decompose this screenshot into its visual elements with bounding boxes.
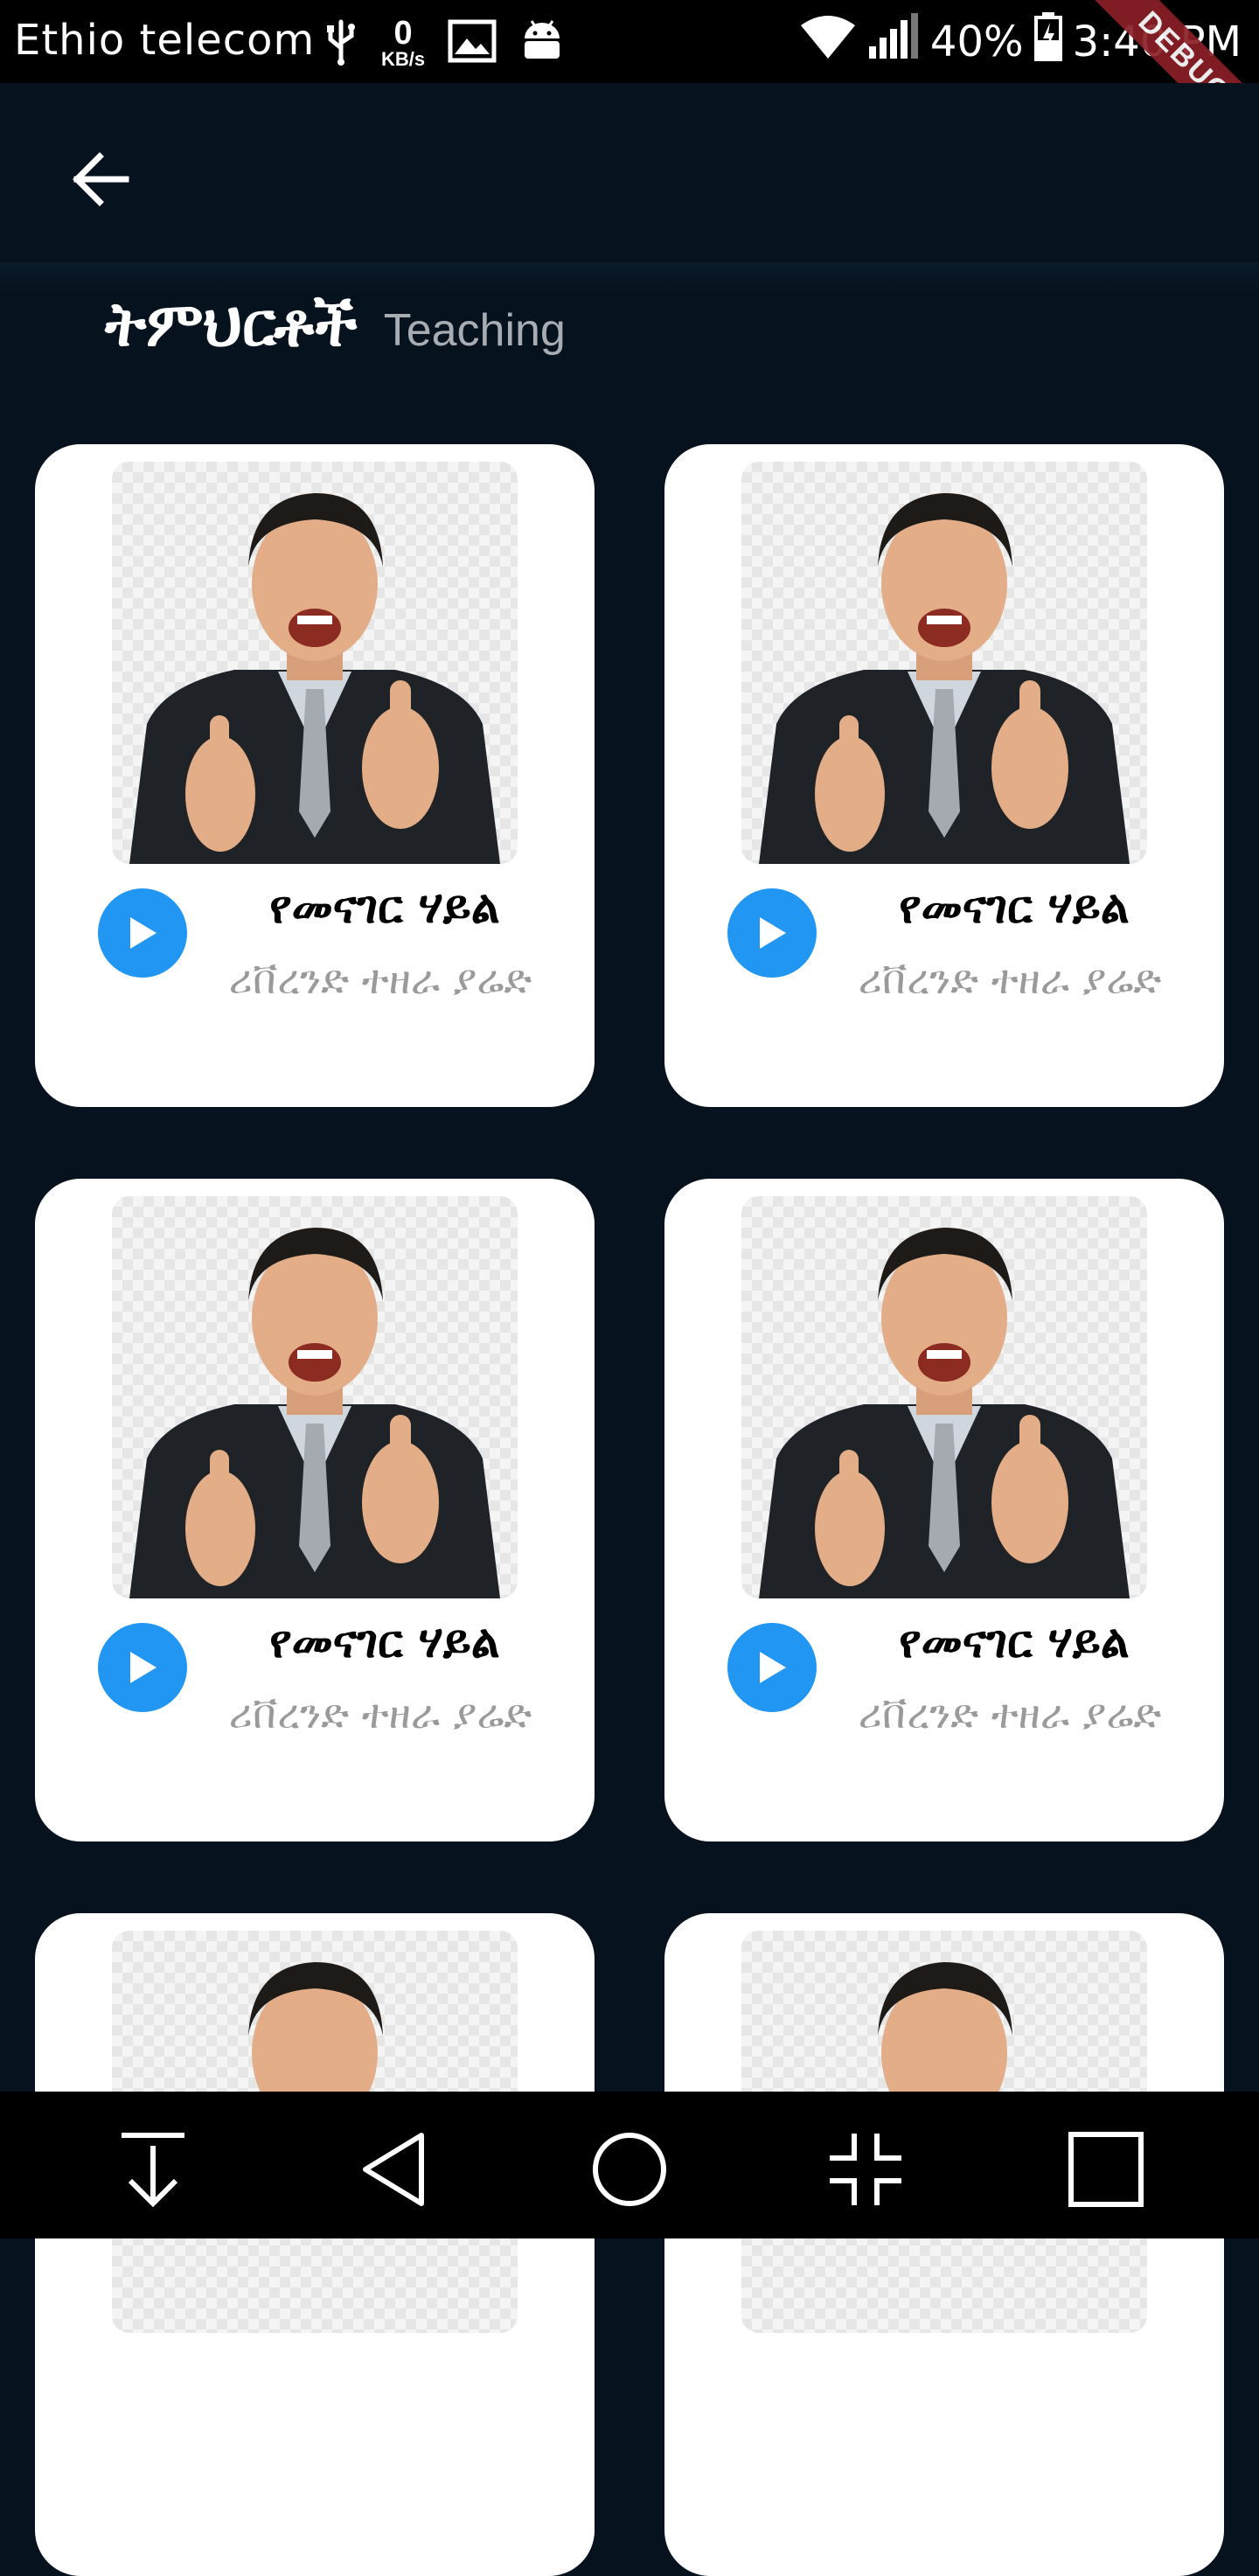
network-speed-value: 0 [393, 15, 413, 52]
play-button[interactable] [98, 888, 187, 978]
android-icon [519, 17, 565, 68]
person-illustration [129, 493, 500, 864]
page-title: ትምህርቶች [105, 289, 358, 360]
download-icon [122, 2133, 184, 2208]
speaker-photo [112, 1196, 518, 1598]
status-icons-left: 0 KB/s [323, 12, 565, 73]
lesson-title: የመናገር ሃይል [269, 881, 500, 934]
lesson-speaker: ሪቨረንድ ተዘራ ያሬድ [228, 956, 532, 1003]
speaker-photo [112, 462, 518, 864]
play-button[interactable] [727, 1623, 817, 1712]
app-bar [0, 83, 1259, 280]
person-illustration [129, 1228, 500, 1598]
lesson-speaker: ሪቨረንድ ተዘራ ያሬድ [858, 1690, 1162, 1737]
speaker-photo [741, 1196, 1147, 1598]
play-icon [130, 1652, 157, 1683]
lesson-speaker: ሪቨረንድ ተዘራ ያሬድ [858, 956, 1162, 1003]
lesson-title: የመናገር ሃይል [899, 1616, 1130, 1668]
page-subtitle: Teaching [383, 305, 566, 356]
network-speed: 0 KB/s [381, 17, 425, 69]
play-icon [760, 917, 786, 949]
lesson-card[interactable]: የመናገር ሃይል ሪቨረንድ ተዘራ ያሬድ [35, 1179, 595, 1841]
lesson-card[interactable]: የመናገር ሃይል ሪቨረንድ ተዘራ ያሬድ [664, 444, 1224, 1107]
page-header: ትምህርቶች Teaching [105, 289, 566, 361]
lesson-card[interactable]: የመናገር ሃይል ሪቨረንድ ተዘራ ያሬድ [664, 1179, 1224, 1841]
system-nav-bar [0, 2092, 1259, 2238]
gallery-icon [448, 19, 497, 66]
collapse-icon [830, 2134, 901, 2205]
person-illustration [759, 1228, 1130, 1598]
nav-recents-button[interactable] [1058, 2121, 1154, 2217]
usb-icon [323, 17, 358, 69]
play-icon [760, 1652, 786, 1683]
nav-home-button[interactable] [581, 2121, 678, 2217]
nav-collapse-button[interactable] [817, 2121, 914, 2217]
carrier-name: Ethio telecom [14, 16, 316, 65]
lesson-card[interactable]: የመናገር ሃይል ሪቨረንድ ተዘራ ያሬድ [35, 444, 595, 1107]
lesson-card[interactable] [664, 1913, 1224, 2576]
network-speed-unit: KB/s [381, 48, 426, 70]
back-triangle-icon [363, 2133, 424, 2206]
recents-square-icon [1068, 2132, 1144, 2207]
back-button[interactable] [52, 131, 149, 227]
play-button[interactable] [727, 888, 817, 978]
speaker-photo [741, 462, 1147, 864]
lesson-title: የመናገር ሃይል [899, 881, 1130, 934]
status-bar: Ethio telecom 0 KB/s 40% 3:40 PM DEBUG [0, 0, 1259, 185]
play-icon [130, 917, 157, 949]
lesson-title: የመናገር ሃይል [269, 1616, 500, 1668]
arrow-left-icon [73, 152, 129, 206]
nav-back-button[interactable] [345, 2121, 442, 2217]
battery-percent: 40% [929, 17, 1024, 66]
lesson-speaker: ሪቨረንድ ተዘራ ያሬድ [228, 1690, 532, 1737]
signal-icon [867, 13, 920, 71]
person-illustration [759, 493, 1130, 864]
lesson-card[interactable] [35, 1913, 595, 2576]
battery-icon [1033, 12, 1062, 72]
wifi-icon [799, 13, 857, 71]
play-button[interactable] [98, 1623, 187, 1712]
nav-download-button[interactable] [105, 2121, 201, 2217]
home-circle-icon [593, 2133, 666, 2206]
